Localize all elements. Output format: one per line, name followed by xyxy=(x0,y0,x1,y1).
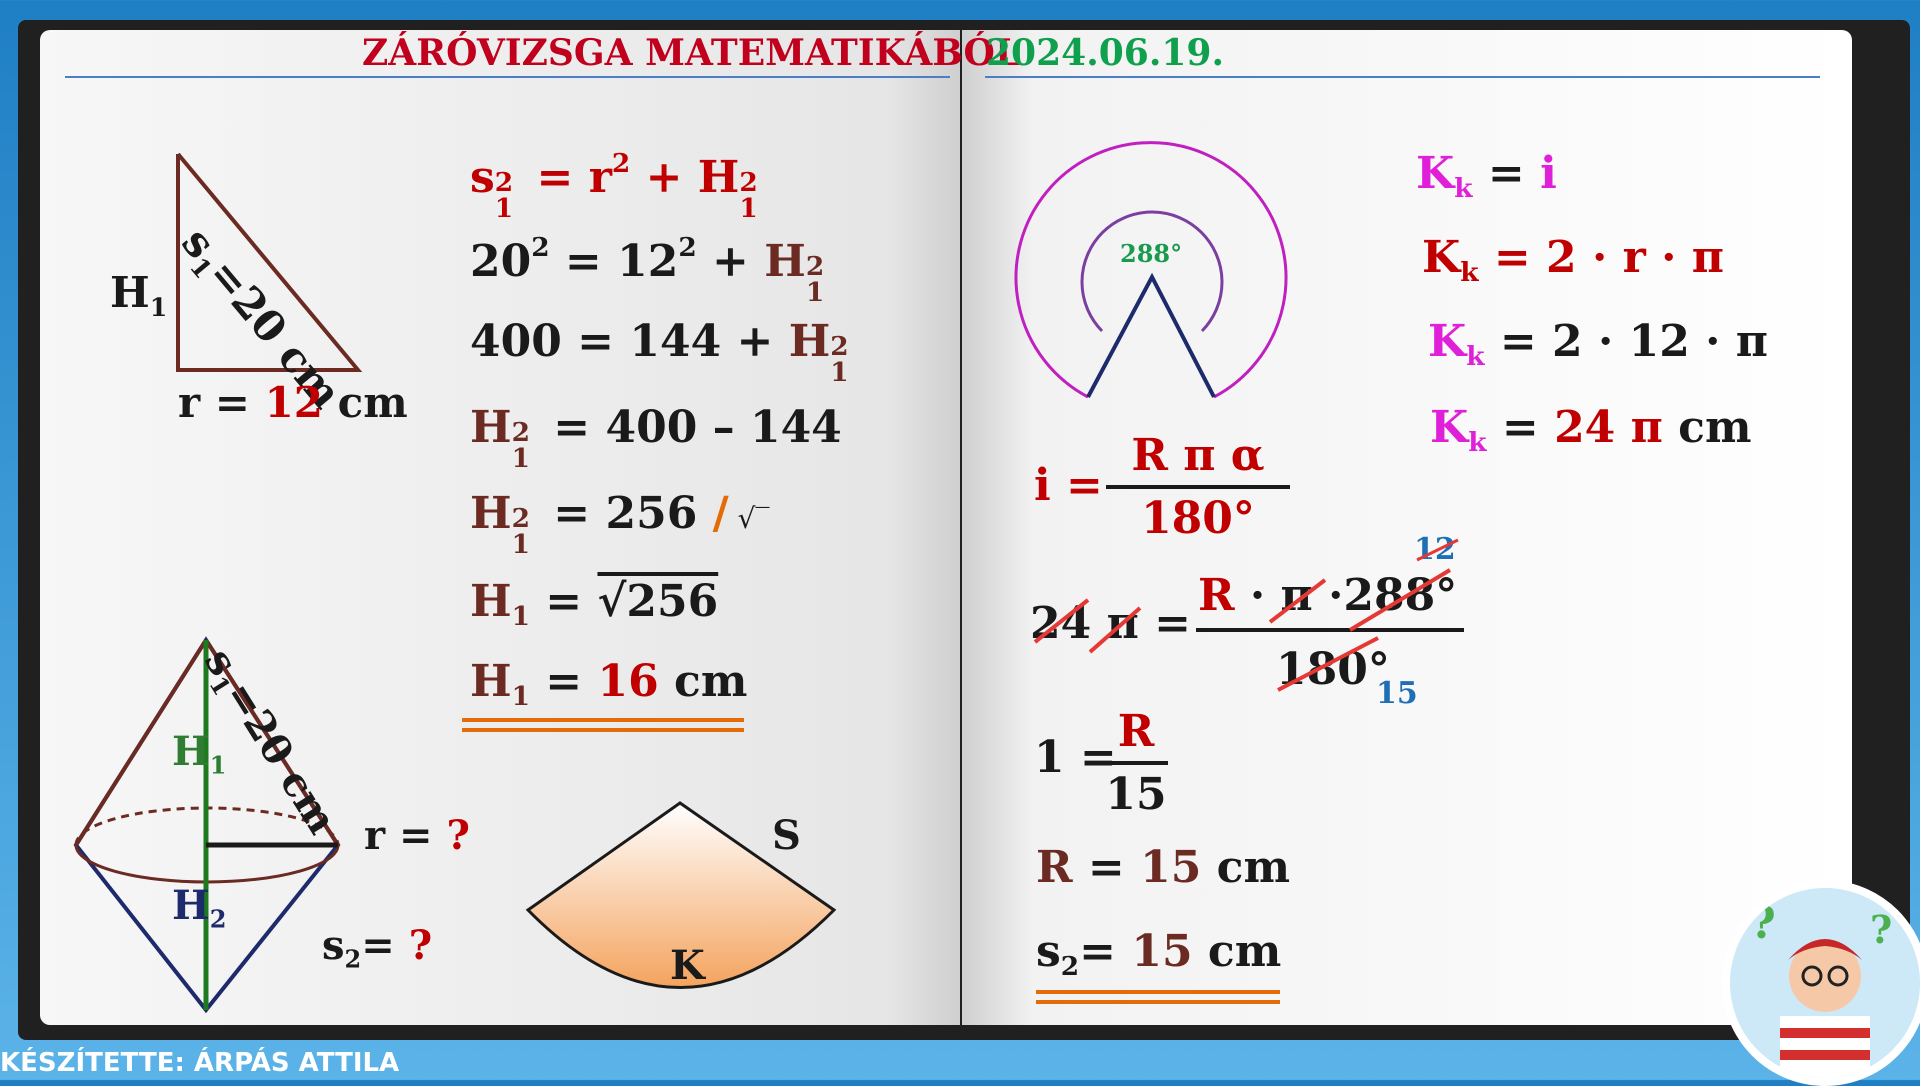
circle-sector-diagram: 288° xyxy=(1014,141,1288,399)
cone-s2-label: s2= ? xyxy=(322,922,433,974)
cancel-strikes xyxy=(1033,538,1459,692)
sector-k-label: K xyxy=(670,942,705,989)
result-underline-1 xyxy=(462,718,744,722)
s2-underline-2 xyxy=(1036,1000,1280,1004)
s2-underline-1 xyxy=(1036,990,1280,994)
cone-h2-label: H2 xyxy=(172,882,227,934)
svg-text:?: ? xyxy=(1870,907,1892,952)
right-header-rule xyxy=(985,76,1820,78)
equation-line-5: H21 = 256 / √‾ xyxy=(470,488,770,561)
equation-line-1: s21 = r2 + H21 xyxy=(470,148,758,225)
kk-line-2: Kk = 2 · r · π xyxy=(1422,232,1724,289)
result-s2: s2= 15 cm xyxy=(1036,926,1282,983)
kk-line-4: Kk = 24 π cm xyxy=(1430,402,1752,459)
left-header-rule xyxy=(65,76,950,78)
triangle-r-label: r = 12 cm xyxy=(178,378,408,427)
equation-line-2: 202 = 122 + H21 xyxy=(470,232,825,309)
cone-h1-label: H1 xyxy=(172,728,227,780)
sector-s-label: S xyxy=(772,812,801,859)
equation-line-7: H1 = 16 cm xyxy=(470,656,748,713)
result-r: R = 15 cm xyxy=(1036,842,1290,893)
date-label: 2024.06.19. xyxy=(986,32,1224,74)
angle-label: 288° xyxy=(1120,239,1182,268)
thinking-character-icon: ? ? xyxy=(1730,888,1920,1078)
equation-line-4: H21 = 400 – 144 xyxy=(470,402,842,475)
i-lhs: i = xyxy=(1034,460,1103,511)
cone-r-label: r = ? xyxy=(364,812,470,859)
triangle-h1-label: H1 xyxy=(110,268,168,322)
i-fraction: R π α 180° xyxy=(1106,430,1290,544)
page-title: ZÁRÓVIZSGA MATEMATIKÁBÓL xyxy=(362,32,1021,74)
equation-line-6: H1 = √256 xyxy=(470,576,719,633)
kk-line-1: Kk = i xyxy=(1416,148,1557,205)
result-underline-2 xyxy=(462,728,744,732)
author-credit: KÉSZÍTETTE: ÁRPÁS ATTILA xyxy=(0,1048,400,1078)
kk-line-3: Kk = 2 · 12 · π xyxy=(1428,316,1769,373)
thinking-character-avatar: ? ? xyxy=(1722,880,1920,1086)
equation-line-3: 400 = 144 + H21 xyxy=(470,316,849,389)
one-fraction: R 15 xyxy=(1104,706,1168,820)
